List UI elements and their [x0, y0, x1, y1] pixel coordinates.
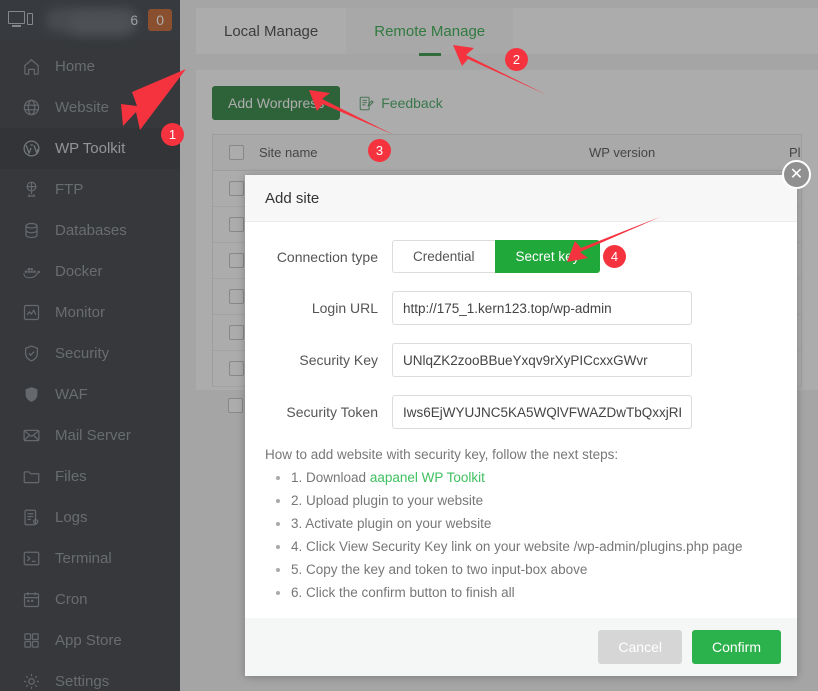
- security-key-input[interactable]: [392, 343, 692, 377]
- connection-type-label: Connection type: [276, 248, 378, 265]
- login-url-label: Login URL: [311, 300, 378, 316]
- help-step-item: 6. Click the confirm button to finish al…: [291, 581, 777, 604]
- dialog-body: Connection type Credential Secret key Lo…: [245, 222, 797, 604]
- login-url-row: Login URL: [265, 291, 777, 325]
- help-step-item: 2. Upload plugin to your website: [291, 489, 777, 512]
- dialog-header: Add site: [245, 175, 797, 222]
- security-key-row: Security Key: [265, 343, 777, 377]
- dialog-footer: Cancel Confirm: [245, 618, 797, 676]
- help-step-item: 5. Copy the key and token to two input-b…: [291, 558, 777, 581]
- login-url-input[interactable]: [392, 291, 692, 325]
- connection-type-segmented-control: Credential Secret key: [392, 240, 601, 273]
- connection-type-row: Connection type Credential Secret key: [265, 240, 777, 273]
- connection-type-secret-key-option[interactable]: Secret key: [494, 240, 601, 273]
- security-token-row: Security Token: [265, 395, 777, 429]
- help-step-text: 1. Download: [291, 470, 370, 485]
- add-site-dialog: Add site ✕ Connection type Credential Se…: [245, 160, 811, 676]
- confirm-button[interactable]: Confirm: [691, 630, 781, 664]
- help-step-item: 4. Click View Security Key link on your …: [291, 535, 777, 558]
- security-key-label: Security Key: [299, 352, 378, 368]
- close-icon[interactable]: ✕: [782, 160, 811, 189]
- cancel-button[interactable]: Cancel: [598, 630, 682, 664]
- sidebar-header-count: 6: [130, 12, 139, 28]
- wp-toolkit-download-link[interactable]: aapanel WP Toolkit: [370, 470, 485, 485]
- dialog-title: Add site: [265, 189, 320, 207]
- help-step-item: 1. Download aapanel WP Toolkit: [291, 466, 777, 489]
- security-token-label: Security Token: [286, 404, 378, 420]
- app-root: 6 0 Home Website WP Toolkit FTP Database…: [0, 0, 818, 691]
- help-title: How to add website with security key, fo…: [265, 447, 619, 462]
- security-token-input[interactable]: [392, 395, 692, 429]
- connection-type-credential-option[interactable]: Credential: [392, 240, 495, 273]
- help-steps-list: 1. Download aapanel WP Toolkit 2. Upload…: [265, 466, 777, 604]
- help-step-item: 3. Activate plugin on your website: [291, 512, 777, 535]
